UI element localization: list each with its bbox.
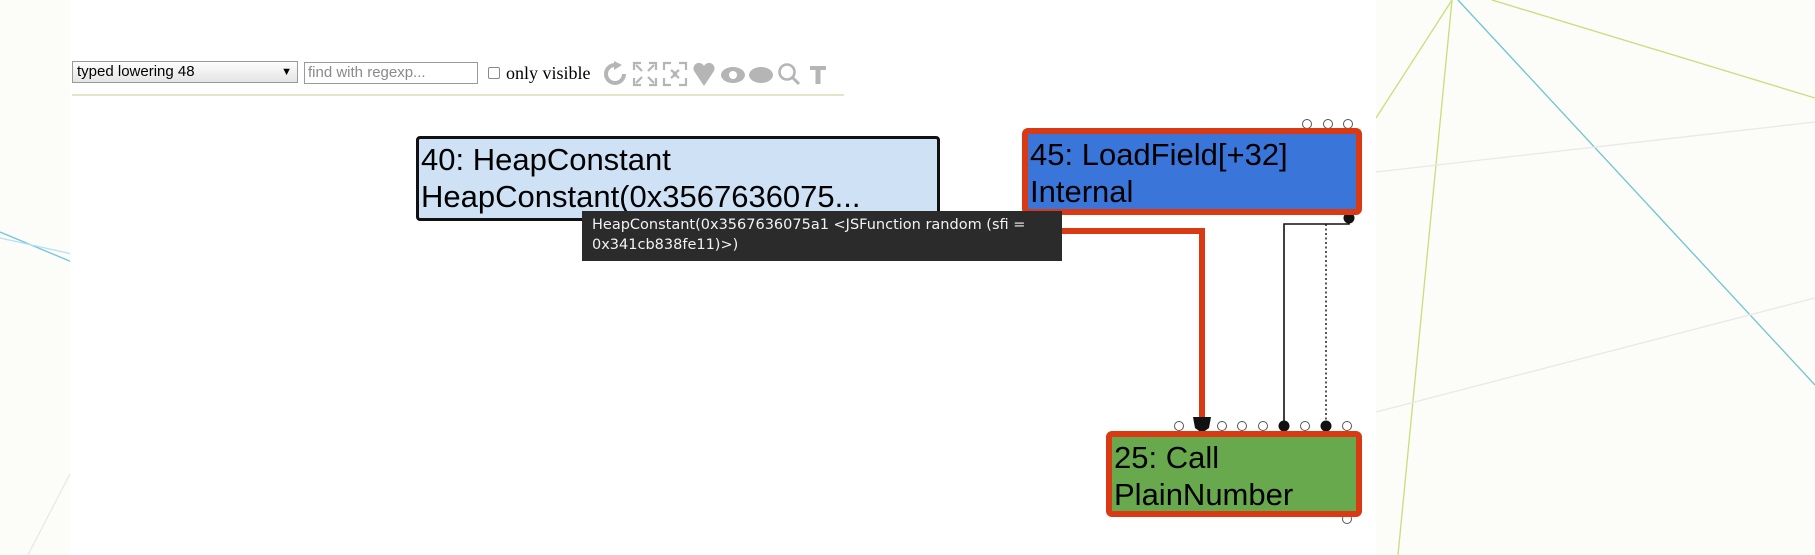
tooltip-line-1: HeapConstant(0x3567636075a1 <JSFunction … [592, 217, 1026, 233]
node-tooltip: HeapConstant(0x3567636075a1 <JSFunction … [582, 211, 1062, 261]
graph-node-40[interactable]: 40: HeapConstant HeapConstant(0x35676360… [416, 136, 940, 221]
node-type: PlainNumber [1114, 477, 1294, 512]
input-port [1237, 421, 1247, 431]
input-port [1174, 421, 1184, 431]
node-title: 45: LoadField[+32] [1030, 137, 1288, 172]
node-type: Internal [1030, 174, 1134, 209]
input-port [1217, 421, 1227, 431]
input-port [1300, 421, 1310, 431]
input-port [1258, 421, 1268, 431]
graph-node-45[interactable]: 45: LoadField[+32] Internal [1022, 128, 1362, 215]
node-title: 25: Call [1114, 440, 1220, 475]
graph-node-25[interactable]: 25: Call PlainNumber [1106, 431, 1362, 517]
edge-effect-45-25 [1283, 218, 1350, 425]
node-type: HeapConstant(0x3567636075... [421, 179, 861, 214]
input-port-connected [1320, 420, 1332, 432]
tooltip-line-2: 0x341cb838fe11)>) [592, 237, 739, 253]
node-title: 40: HeapConstant [421, 142, 671, 177]
graph-edges [1022, 119, 1355, 524]
input-port-connected [1278, 420, 1290, 432]
input-port [1342, 421, 1352, 431]
